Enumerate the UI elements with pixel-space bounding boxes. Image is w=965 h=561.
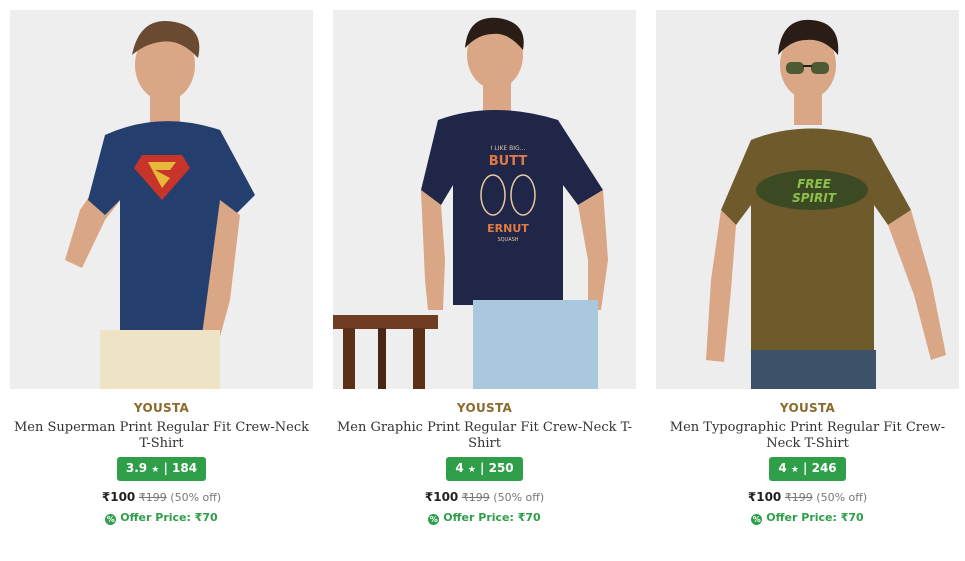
rating-value: 4	[778, 461, 787, 475]
offer-tag-icon: %	[428, 514, 440, 525]
print-bottom-text: ERNUT	[487, 222, 529, 235]
product-brand: YOUSTA	[456, 401, 513, 415]
review-count: 250	[488, 461, 514, 475]
product-card[interactable]: FREE SPIRIT YOUSTA Men Typographic Print…	[656, 10, 959, 550]
original-price: ₹199	[138, 491, 167, 504]
price-row: ₹100 ₹199 (50% off)	[333, 490, 636, 504]
model-photo: I LIKE BIG... BUTT ERNUT SQUASH	[333, 10, 636, 389]
offer-tag-icon: %	[105, 514, 117, 525]
product-card[interactable]: I LIKE BIG... BUTT ERNUT SQUASH YOUSTA M…	[333, 10, 636, 550]
print-line-2: SPIRIT	[792, 191, 837, 205]
rating-value: 4	[455, 461, 464, 475]
product-card[interactable]: YOUSTA Men Superman Print Regular Fit Cr…	[10, 10, 313, 550]
review-count: 246	[811, 461, 837, 475]
current-price: ₹100	[424, 490, 459, 504]
product-title[interactable]: Men Superman Print Regular Fit Crew-Neck…	[14, 420, 310, 452]
rating-badge: 3.9 ★ | 184	[116, 457, 207, 481]
original-price: ₹199	[784, 491, 813, 504]
rating-value: 3.9	[125, 461, 148, 475]
rating-badge: 4 ★ | 246	[769, 457, 846, 481]
rating-badge: 4 ★ | 250	[446, 457, 523, 481]
product-grid: YOUSTA Men Superman Print Regular Fit Cr…	[0, 0, 965, 561]
offer-price: % Offer Price: ₹70	[333, 511, 636, 525]
star-icon: ★	[464, 465, 480, 475]
product-image[interactable]: FREE SPIRIT	[656, 10, 959, 389]
offer-price-text: Offer Price: ₹70	[443, 511, 541, 524]
product-brand: YOUSTA	[779, 401, 836, 415]
print-line-1: FREE	[797, 177, 832, 191]
review-count: 184	[172, 461, 198, 475]
product-brand: YOUSTA	[133, 401, 190, 415]
current-price: ₹100	[101, 490, 136, 504]
product-title[interactable]: Men Graphic Print Regular Fit Crew-Neck …	[337, 420, 633, 452]
original-price: ₹199	[461, 491, 490, 504]
model-photo: FREE SPIRIT	[656, 10, 959, 389]
print-main-text: BUTT	[489, 154, 528, 169]
print-sub-text: SQUASH	[497, 237, 518, 243]
model-photo	[10, 10, 313, 389]
print-top-text: I LIKE BIG...	[491, 145, 526, 152]
discount: (50% off)	[816, 491, 868, 504]
offer-price-text: Offer Price: ₹70	[120, 511, 218, 524]
offer-price-text: Offer Price: ₹70	[766, 511, 864, 524]
product-image[interactable]	[10, 10, 313, 389]
discount: (50% off)	[170, 491, 222, 504]
offer-price: % Offer Price: ₹70	[656, 511, 959, 525]
offer-price: % Offer Price: ₹70	[10, 511, 313, 525]
current-price: ₹100	[747, 490, 782, 504]
product-image[interactable]: I LIKE BIG... BUTT ERNUT SQUASH	[333, 10, 636, 389]
offer-tag-icon: %	[751, 514, 763, 525]
discount: (50% off)	[493, 491, 545, 504]
price-row: ₹100 ₹199 (50% off)	[656, 490, 959, 504]
star-icon: ★	[787, 465, 803, 475]
price-row: ₹100 ₹199 (50% off)	[10, 490, 313, 504]
product-title[interactable]: Men Typographic Print Regular Fit Crew-N…	[660, 420, 956, 452]
star-icon: ★	[148, 465, 163, 475]
